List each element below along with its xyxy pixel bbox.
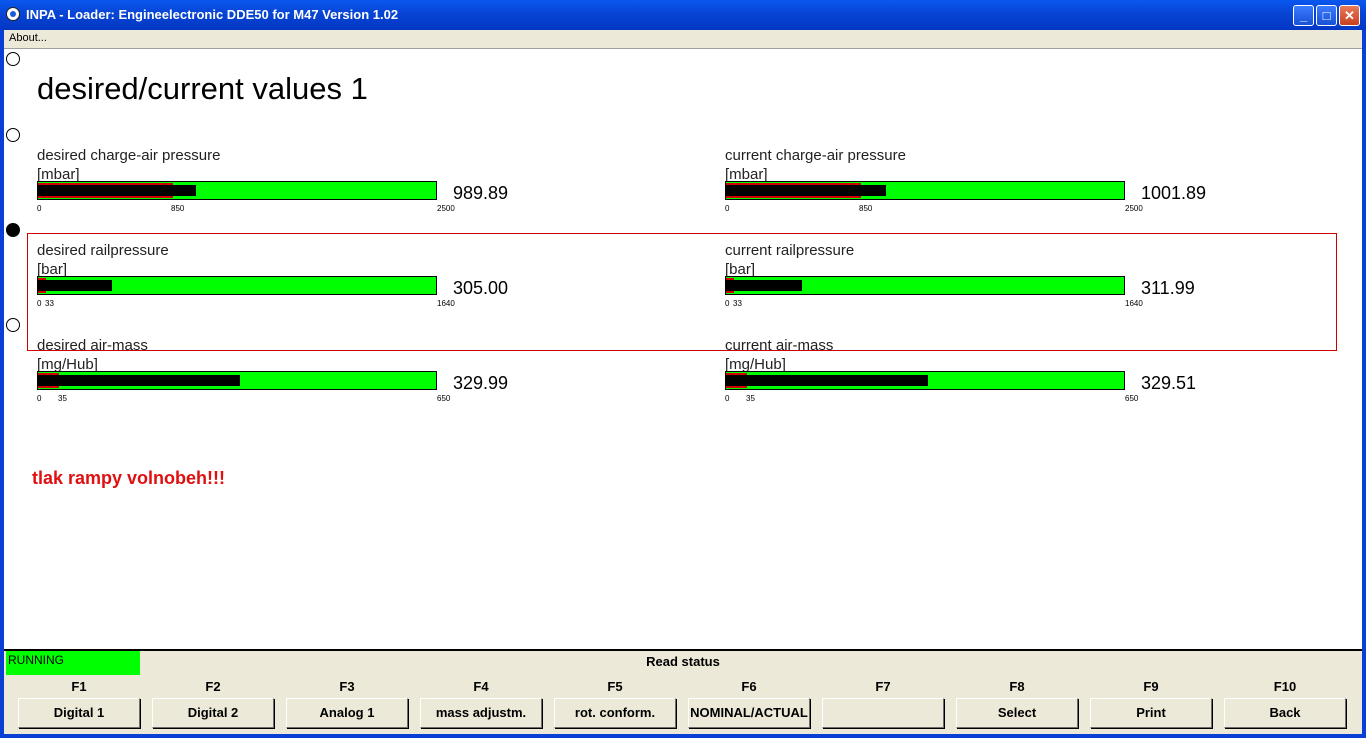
- f2-digital-2-button[interactable]: Digital 2: [152, 698, 274, 728]
- menu-about[interactable]: About...: [9, 32, 47, 44]
- f5-rot-conform-button[interactable]: rot. conform.: [554, 698, 676, 728]
- f9-print-button[interactable]: Print: [1090, 698, 1212, 728]
- gauge-tick-max: 2500: [1125, 204, 1143, 213]
- gauge-bar: [37, 276, 437, 295]
- gauge-label: current air-mass: [725, 337, 834, 354]
- gauge-value: 329.99: [453, 373, 509, 393]
- status-bar: RUNNING Read status F1 Digital 1 F2 Digi…: [4, 649, 1362, 734]
- minimize-button[interactable]: _: [1293, 5, 1314, 26]
- f7-empty-button[interactable]: [822, 698, 944, 728]
- gauge-label: desired air-mass: [37, 337, 148, 354]
- f1-digital-1-button[interactable]: Digital 1: [18, 698, 140, 728]
- f10-back-button[interactable]: Back: [1224, 698, 1346, 728]
- fkey-label-f5: F5: [607, 679, 623, 694]
- gauge-desired-charge-air-pressure: desired charge-air pressure [mbar] 989.8…: [37, 147, 557, 222]
- screen-radio-1[interactable]: [6, 52, 20, 66]
- fkey-label-f2: F2: [205, 679, 221, 694]
- gauge-value: 1001.89: [1141, 183, 1207, 203]
- f4-mass-adjustm-button[interactable]: mass adjustm.: [420, 698, 542, 728]
- gauge-current-air-mass: current air-mass [mg/Hub] 329.51 0 35 65…: [725, 337, 1245, 412]
- fkey-label-f6: F6: [741, 679, 757, 694]
- read-status-label: Read status: [646, 654, 720, 669]
- screen-radio-3-selected[interactable]: [6, 223, 20, 237]
- gauge-label: current railpressure: [725, 242, 855, 259]
- gauge-value-bar: [38, 280, 112, 291]
- warning-message: tlak rampy volnobeh!!!: [32, 468, 226, 488]
- fkey-label-f7: F7: [875, 679, 891, 694]
- gauge-value: 989.89: [453, 183, 509, 203]
- gauge-value-bar: [726, 375, 928, 386]
- gauge-tick-mark: 33: [45, 299, 54, 308]
- gauge-value: 305.00: [453, 278, 509, 298]
- gauge-value: 311.99: [1141, 278, 1195, 298]
- fkey-label-f1: F1: [71, 679, 87, 694]
- gauge-tick-max: 1640: [1125, 299, 1143, 308]
- gauge-value-bar: [38, 185, 196, 196]
- gauge-bar: [725, 181, 1125, 200]
- gauge-value-bar: [726, 185, 886, 196]
- gauge-current-railpressure: current railpressure [bar] 311.99 0 33 1…: [725, 242, 1245, 317]
- gauge-tick-min: 0: [725, 204, 730, 213]
- gauge-current-charge-air-pressure: current charge-air pressure [mbar] 1001.…: [725, 147, 1245, 222]
- gauge-desired-air-mass: desired air-mass [mg/Hub] 329.99 0 35 65…: [37, 337, 557, 412]
- close-button[interactable]: ✕: [1339, 5, 1360, 26]
- gauge-tick-mark: 850: [171, 204, 185, 213]
- gauge-tick-max: 1640: [437, 299, 455, 308]
- gauge-label: current charge-air pressure: [725, 147, 906, 164]
- fkey-label-f9: F9: [1143, 679, 1159, 694]
- fkey-label-f4: F4: [473, 679, 489, 694]
- maximize-button[interactable]: □: [1316, 5, 1337, 26]
- gauge-bar: [725, 371, 1125, 390]
- gauge-tick-max: 650: [437, 394, 451, 403]
- gauge-tick-mark: 35: [58, 394, 67, 403]
- fkey-label-f10: F10: [1273, 679, 1297, 694]
- gauge-bar: [37, 181, 437, 200]
- gauge-value: 329.51: [1141, 373, 1197, 393]
- screen-radio-2[interactable]: [6, 128, 20, 142]
- gauge-tick-min: 0: [37, 394, 42, 403]
- gauge-label: desired railpressure: [37, 242, 169, 259]
- fkey-label-f3: F3: [339, 679, 355, 694]
- gauge-tick-min: 0: [37, 299, 42, 308]
- gauge-value-bar: [38, 375, 240, 386]
- gauge-tick-max: 650: [1125, 394, 1139, 403]
- page-title: desired/current values 1: [37, 71, 368, 106]
- f6-nominal-actual-button[interactable]: NOMINAL/ACTUAL: [688, 698, 810, 728]
- gauge-bar: [37, 371, 437, 390]
- title-bar: INPA - Loader: Engineelectronic DDE50 fo…: [0, 0, 1366, 30]
- gauge-tick-mark: 33: [733, 299, 742, 308]
- gauge-bar: [725, 276, 1125, 295]
- menu-bar: About...: [4, 30, 1362, 49]
- gauge-tick-min: 0: [37, 204, 42, 213]
- f3-analog-1-button[interactable]: Analog 1: [286, 698, 408, 728]
- fkey-label-f8: F8: [1009, 679, 1025, 694]
- gauge-tick-mark: 35: [746, 394, 755, 403]
- gauge-label: desired charge-air pressure: [37, 147, 221, 164]
- bmw-logo-icon[interactable]: [6, 7, 20, 21]
- screen-radio-4[interactable]: [6, 318, 20, 332]
- f8-select-button[interactable]: Select: [956, 698, 1078, 728]
- gauge-tick-mark: 850: [859, 204, 873, 213]
- gauge-value-bar: [726, 280, 802, 291]
- gauge-tick-min: 0: [725, 394, 730, 403]
- gauge-desired-railpressure: desired railpressure [bar] 305.00 0 33 1…: [37, 242, 557, 317]
- gauge-tick-min: 0: [725, 299, 730, 308]
- window-title: INPA - Loader: Engineelectronic DDE50 fo…: [26, 7, 399, 22]
- gauge-tick-max: 2500: [437, 204, 455, 213]
